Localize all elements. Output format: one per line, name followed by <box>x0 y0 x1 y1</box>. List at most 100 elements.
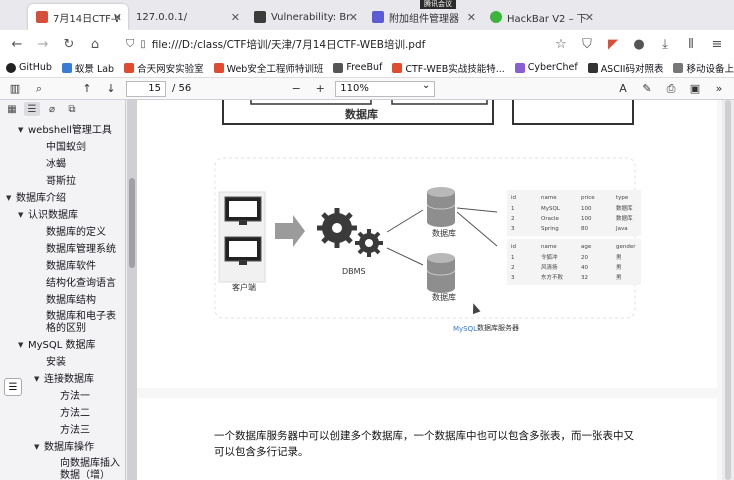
outline-item-label: 数据库管理系统 <box>46 244 116 255</box>
arrow-line <box>456 211 498 247</box>
gear-icon <box>317 208 357 248</box>
db-box-right <box>512 100 634 125</box>
outline-item[interactable]: ▼ 数据库操作 <box>0 439 125 456</box>
outline-item[interactable]: 方法二 <box>0 405 125 422</box>
outline-item[interactable]: 方法三 <box>0 422 125 439</box>
bookmark-ctf-web[interactable]: CTF-WEB实战技能特... <box>392 61 505 75</box>
outline-item[interactable]: 冰蝎 <box>0 156 125 173</box>
twisty-icon[interactable]: ▼ <box>6 190 11 207</box>
bookmark-cyberchef[interactable]: CyberChef <box>514 62 578 73</box>
outline-item[interactable]: 向数据库插入数据（增） <box>0 456 125 480</box>
outline-item[interactable]: 数据库结构 <box>0 292 125 309</box>
text-tool-icon[interactable]: A <box>614 80 632 98</box>
library-icon[interactable]: ⫴ <box>680 33 702 55</box>
find-icon[interactable]: ⌕ <box>30 80 48 98</box>
outline-item[interactable]: ▼ 认识数据库 <box>0 207 125 224</box>
twisty-icon[interactable]: ▼ <box>18 122 23 139</box>
outline-item[interactable]: 中国蚁剑 <box>0 139 125 156</box>
url-text[interactable]: file:///D:/class/CTF培训/天津/7月14日CTF-WEB培训… <box>152 37 426 52</box>
extension-icon[interactable]: ● <box>628 33 650 55</box>
back-icon[interactable]: ← <box>6 33 28 55</box>
outline-item-label: 连接数据库 <box>44 374 94 385</box>
bookmark-label: ASCII码对照表 <box>600 63 664 75</box>
previous-page-icon[interactable]: ↑ <box>78 80 96 98</box>
bookmark-web-training[interactable]: Web安全工程师特训班 <box>213 61 323 75</box>
pdf-viewer[interactable]: 客户端 DBMS 数据库 数据库 id name price type 1 My… <box>137 100 734 480</box>
outline-item[interactable]: 哥斯拉 <box>0 173 125 190</box>
attachments-icon[interactable]: ⌀ <box>44 102 60 116</box>
close-tab-icon[interactable]: ✕ <box>585 11 594 24</box>
twisty-icon[interactable]: ▼ <box>34 439 39 456</box>
next-page-icon[interactable]: ↓ <box>102 80 120 98</box>
close-tab-icon[interactable]: ✕ <box>467 11 476 24</box>
download-icon[interactable]: ⤓ <box>654 33 676 55</box>
outline-item[interactable]: ▼ 数据库介绍 <box>0 190 125 207</box>
tab-dvwa[interactable]: Vulnerability: Brut ✕ <box>246 4 364 30</box>
outline-toggle-icon[interactable]: ☰ <box>4 378 22 396</box>
outline-item[interactable]: ▼ webshell管理工具 <box>0 122 125 139</box>
address-bar[interactable]: ⛉ ▯ file:///D:/class/CTF培训/天津/7月14日CTF-W… <box>118 33 538 55</box>
sidebar-scrollbar[interactable] <box>127 100 137 480</box>
outline-item[interactable]: 数据库和电子表格的区别 <box>0 309 125 337</box>
menu-icon[interactable]: ≡ <box>706 33 728 55</box>
outline-item[interactable]: 结构化查询语言 <box>0 275 125 292</box>
outline-item[interactable]: 数据库软件 <box>0 258 125 275</box>
zoom-select[interactable]: 110% <box>335 79 436 97</box>
twisty-icon[interactable]: ▼ <box>18 207 23 224</box>
outline-item[interactable]: 数据库管理系统 <box>0 241 125 258</box>
dbms-label: DBMS <box>342 267 366 276</box>
dvwa-favicon-icon <box>254 11 266 23</box>
tooltip: 腾讯会议 <box>420 0 456 9</box>
outline-icon[interactable]: ☰ <box>24 102 40 116</box>
toggle-sidebar-icon[interactable]: ▥ <box>6 80 24 98</box>
page-number-input[interactable]: 15 <box>126 80 166 97</box>
shield-check-icon[interactable]: ⛉ <box>576 33 598 55</box>
tab-hackbar[interactable]: HackBar V2 – 下载 ✕ <box>482 4 600 30</box>
sidebar-scroll-thumb[interactable] <box>129 178 135 268</box>
zoom-out-icon[interactable]: − <box>287 80 305 98</box>
zoom-in-icon[interactable]: + <box>311 80 329 98</box>
table-cell: Java <box>615 226 628 232</box>
hackbar-extension-icon[interactable]: ◤ <box>602 33 624 55</box>
close-tab-icon[interactable]: ✕ <box>231 11 240 24</box>
print-icon[interactable]: ⎙ <box>662 80 680 98</box>
thumbnails-icon[interactable]: ▦ <box>4 102 20 116</box>
tools-menu-icon[interactable]: » <box>710 80 728 98</box>
table-header: age <box>581 244 592 250</box>
home-icon[interactable]: ⌂ <box>84 33 106 55</box>
bookmark-yijing[interactable]: 蚁景 Lab <box>61 61 114 75</box>
outline-item[interactable]: 数据库的定义 <box>0 224 125 241</box>
outline-item[interactable]: ▼ MySQL 数据库 <box>0 337 125 354</box>
outline-item-label: 安装 <box>46 357 66 368</box>
save-icon[interactable]: ▣ <box>686 80 704 98</box>
draw-tool-icon[interactable]: ✎ <box>638 80 656 98</box>
outline-item[interactable]: 安装 <box>0 354 125 371</box>
table-cell: 40 <box>581 265 588 271</box>
close-tab-icon[interactable]: ✕ <box>113 11 122 24</box>
data-tables: id name price type 1 MySQL 100 数据库 2 Oracle 100 数据库… <box>507 190 641 285</box>
table-cell: 3 <box>511 226 515 232</box>
forward-icon[interactable]: → <box>32 33 54 55</box>
computer-icon <box>224 236 262 265</box>
twisty-icon[interactable]: ▼ <box>18 337 23 354</box>
bookmark-mobile[interactable]: 移动设备上的书签 <box>673 61 734 75</box>
tab-localhost[interactable]: 127.0.0.1/ ✕ <box>128 4 246 30</box>
page-icon: ▯ <box>140 38 146 50</box>
folder-icon <box>673 62 684 73</box>
tab-pdf[interactable]: 7月14日CTF-WEB培训 ✕ <box>28 4 128 30</box>
reload-icon[interactable]: ↻ <box>58 33 80 55</box>
star-icon[interactable]: ☆ <box>550 33 572 55</box>
bookmark-hetian[interactable]: 合天网安实验室 <box>124 61 204 75</box>
bookmark-github[interactable]: GitHub <box>6 62 52 73</box>
viewer-scrollbar[interactable] <box>722 100 734 480</box>
outline-item-label: 向数据库插入数据（增） <box>60 458 120 480</box>
bookmark-freebuf[interactable]: FreeBuf <box>333 62 382 73</box>
outline-item-label: 方法二 <box>60 408 90 419</box>
table-cell: Oracle <box>541 216 560 222</box>
bookmark-ascii[interactable]: ASCII码对照表 <box>587 61 664 75</box>
twisty-icon[interactable]: ▼ <box>34 371 39 388</box>
layers-icon[interactable]: ⧉ <box>64 102 80 116</box>
viewer-scroll-thumb[interactable] <box>725 100 731 480</box>
close-tab-icon[interactable]: ✕ <box>349 11 358 24</box>
shield-icon[interactable]: ⛉ <box>126 37 134 51</box>
